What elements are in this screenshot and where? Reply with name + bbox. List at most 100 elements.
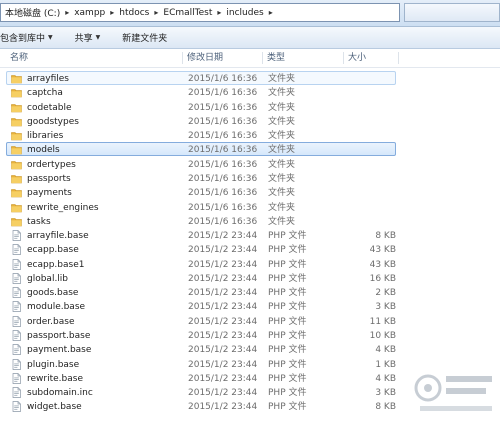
file-row[interactable]: subdomain.inc 2015/1/2 23:44 PHP 文件 3 KB [6, 385, 396, 399]
folder-row[interactable]: ordertypes 2015/1/6 16:36 文件夹 [6, 157, 396, 171]
file-type: 文件夹 [268, 102, 296, 113]
file-date: 2015/1/2 23:44 [188, 331, 258, 342]
share-label: 共享 [74, 34, 93, 44]
folder-row[interactable]: rewrite_engines 2015/1/6 16:36 文件夹 [6, 200, 396, 214]
folder-row[interactable]: libraries 2015/1/6 16:36 文件夹 [6, 128, 396, 142]
column-divider[interactable] [398, 52, 399, 64]
file-date: 2015/1/6 16:36 [188, 88, 258, 99]
file-name: order.base [27, 316, 75, 327]
file-size: 3 KB [375, 388, 396, 399]
file-type: PHP 文件 [268, 373, 307, 384]
file-name: passport.base [27, 331, 91, 342]
new-folder-button[interactable]: 新建文件夹 [122, 31, 167, 44]
file-type: PHP 文件 [268, 273, 307, 284]
file-size: 43 KB [369, 245, 396, 256]
file-date: 2015/1/6 16:36 [188, 131, 258, 142]
crumb-xampp[interactable]: xampp [72, 8, 107, 18]
file-type: 文件夹 [268, 145, 296, 156]
crumb-htdocs[interactable]: htdocs [117, 8, 151, 18]
crumb-ecmalltest[interactable]: ECmallTest [161, 8, 214, 18]
file-row[interactable]: arrayfile.base 2015/1/2 23:44 PHP 文件 8 KB [6, 228, 396, 242]
column-name[interactable]: 名称 [10, 49, 28, 67]
file-name: captcha [27, 88, 63, 99]
address-bar[interactable]: 本地磁盘 (C:) ▸ xampp ▸ htdocs ▸ ECmallTest … [0, 3, 400, 22]
chevron-right-icon[interactable]: ▸ [151, 8, 161, 17]
include-in-library-label: 包含到库中 [0, 34, 46, 44]
chevron-right-icon[interactable]: ▸ [214, 8, 224, 17]
file-size: 10 KB [369, 331, 396, 342]
folder-row[interactable]: goodstypes 2015/1/6 16:36 文件夹 [6, 114, 396, 128]
share-button[interactable]: 共享 ▼ [75, 31, 101, 44]
file-type: PHP 文件 [268, 388, 307, 399]
file-size: 3 KB [375, 302, 396, 313]
file-row[interactable]: passport.base 2015/1/2 23:44 PHP 文件 10 KB [6, 328, 396, 342]
file-size: 4 KB [375, 373, 396, 384]
file-date: 2015/1/6 16:36 [188, 216, 258, 227]
chevron-right-icon[interactable]: ▸ [266, 8, 276, 17]
file-name: arrayfile.base [27, 231, 89, 242]
file-type: PHP 文件 [268, 302, 307, 313]
file-name: payment.base [27, 345, 92, 356]
file-row[interactable]: module.base 2015/1/2 23:44 PHP 文件 3 KB [6, 299, 396, 313]
file-row[interactable]: ecapp.base 2015/1/2 23:44 PHP 文件 43 KB [6, 242, 396, 256]
file-type: 文件夹 [268, 159, 296, 170]
column-divider[interactable] [343, 52, 344, 64]
file-row[interactable]: plugin.base 2015/1/2 23:44 PHP 文件 1 KB [6, 357, 396, 371]
folder-row[interactable]: passports 2015/1/6 16:36 文件夹 [6, 171, 396, 185]
file-name: widget.base [27, 402, 82, 413]
file-type: PHP 文件 [268, 316, 307, 327]
column-date[interactable]: 修改日期 [187, 49, 223, 67]
file-type: 文件夹 [268, 131, 296, 142]
dropdown-arrow-icon: ▼ [48, 34, 53, 41]
column-divider[interactable] [262, 52, 263, 64]
column-header: 名称 修改日期 类型 大小 [0, 49, 500, 68]
include-in-library-button[interactable]: 包含到库中 ▼ [0, 31, 53, 44]
column-divider[interactable] [182, 52, 183, 64]
address-bar-end[interactable] [404, 3, 500, 22]
file-type: PHP 文件 [268, 331, 307, 342]
file-size: 11 KB [369, 316, 396, 327]
file-date: 2015/1/2 23:44 [188, 273, 258, 284]
file-name: goods.base [27, 288, 79, 299]
folder-row[interactable]: payments 2015/1/6 16:36 文件夹 [6, 185, 396, 199]
folder-row[interactable]: models 2015/1/6 16:36 文件夹 [6, 142, 396, 157]
file-name: codetable [27, 102, 72, 113]
file-date: 2015/1/2 23:44 [188, 345, 258, 356]
file-row[interactable]: ecapp.base1 2015/1/2 23:44 PHP 文件 43 KB [6, 257, 396, 271]
file-date: 2015/1/2 23:44 [188, 245, 258, 256]
column-type[interactable]: 类型 [267, 49, 285, 67]
crumb-drive[interactable]: 本地磁盘 (C:) [3, 6, 62, 19]
column-size[interactable]: 大小 [348, 49, 366, 67]
file-type: 文件夹 [268, 88, 296, 99]
address-bar-area: 本地磁盘 (C:) ▸ xampp ▸ htdocs ▸ ECmallTest … [0, 0, 500, 27]
file-type: 文件夹 [268, 188, 296, 199]
file-date: 2015/1/6 16:36 [188, 159, 258, 170]
file-row[interactable]: goods.base 2015/1/2 23:44 PHP 文件 2 KB [6, 285, 396, 299]
file-type: PHP 文件 [268, 288, 307, 299]
file-name: models [27, 145, 60, 156]
folder-row[interactable]: codetable 2015/1/6 16:36 文件夹 [6, 100, 396, 114]
chevron-right-icon[interactable]: ▸ [62, 8, 72, 17]
file-row[interactable]: rewrite.base 2015/1/2 23:44 PHP 文件 4 KB [6, 371, 396, 385]
file-name: ecapp.base1 [27, 259, 85, 270]
crumb-includes[interactable]: includes [224, 8, 265, 18]
file-type: 文件夹 [268, 74, 296, 84]
file-row[interactable]: order.base 2015/1/2 23:44 PHP 文件 11 KB [6, 314, 396, 328]
file-date: 2015/1/6 16:36 [188, 202, 258, 213]
file-date: 2015/1/2 23:44 [188, 388, 258, 399]
file-size: 4 KB [375, 345, 396, 356]
file-date: 2015/1/6 16:36 [188, 188, 258, 199]
file-name: goodstypes [27, 116, 79, 127]
folder-row[interactable]: arrayfiles 2015/1/6 16:36 文件夹 [6, 71, 396, 85]
file-row[interactable]: global.lib 2015/1/2 23:44 PHP 文件 16 KB [6, 271, 396, 285]
file-type: 文件夹 [268, 173, 296, 184]
folder-row[interactable]: captcha 2015/1/6 16:36 文件夹 [6, 85, 396, 99]
file-row[interactable]: payment.base 2015/1/2 23:44 PHP 文件 4 KB [6, 342, 396, 356]
dropdown-arrow-icon: ▼ [95, 34, 101, 41]
file-row[interactable]: widget.base 2015/1/2 23:44 PHP 文件 8 KB [6, 399, 396, 413]
file-type: 文件夹 [268, 202, 296, 213]
folder-row[interactable]: tasks 2015/1/6 16:36 文件夹 [6, 214, 396, 228]
chevron-right-icon[interactable]: ▸ [107, 8, 117, 17]
file-size: 43 KB [369, 259, 396, 270]
file-type: PHP 文件 [268, 359, 307, 370]
